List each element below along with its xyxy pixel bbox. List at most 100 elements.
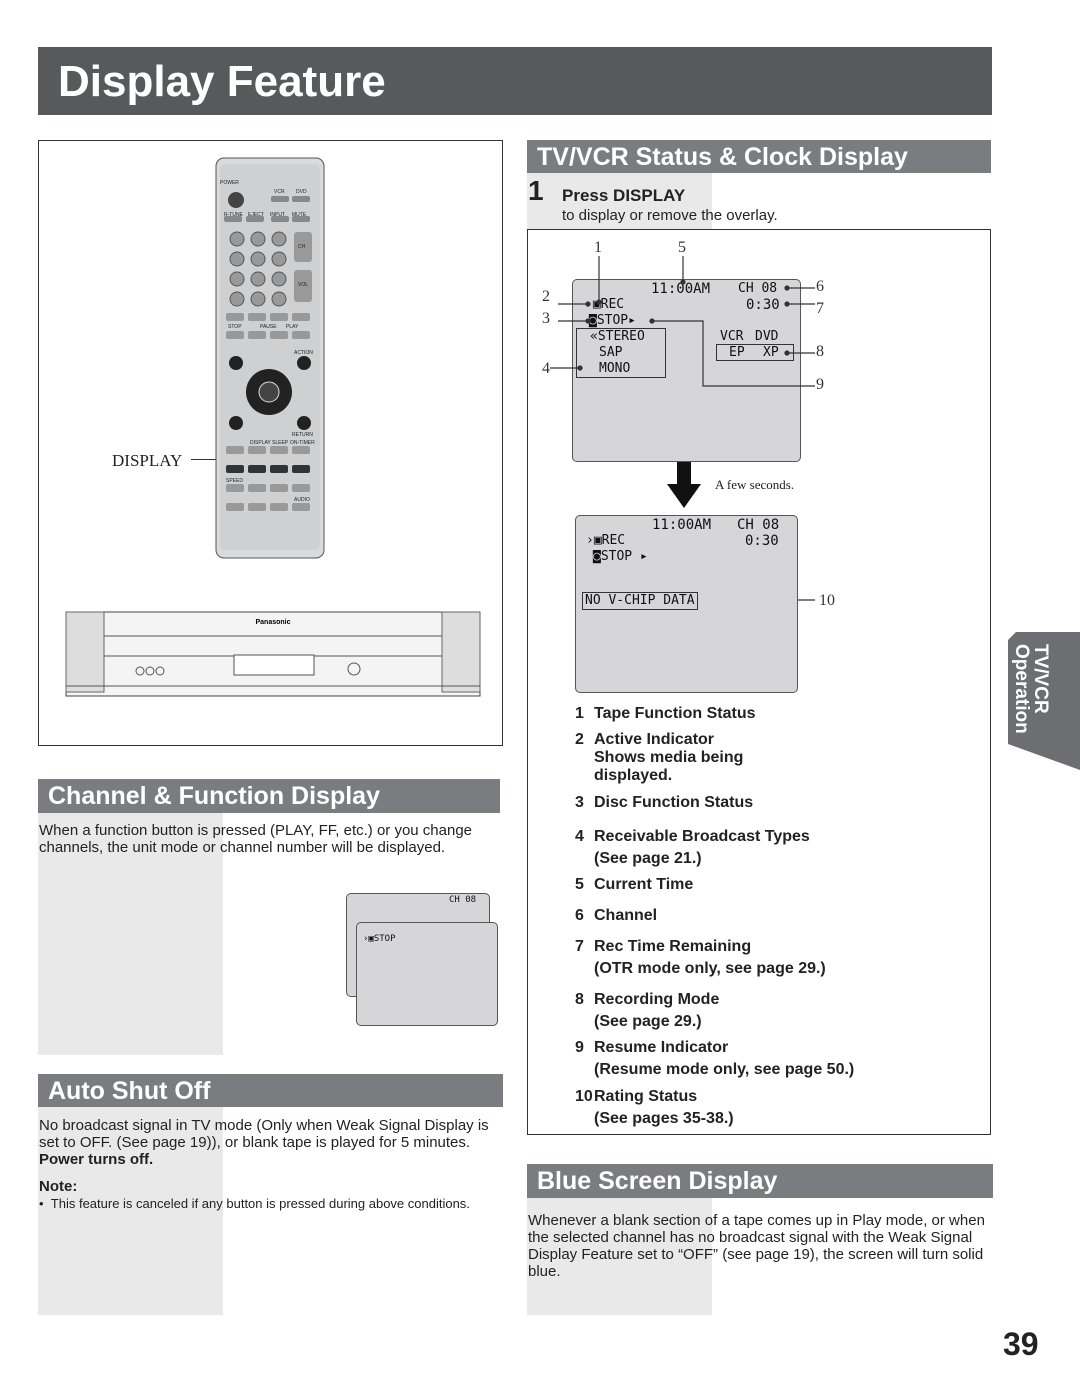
legend-number: 7	[575, 938, 584, 955]
remote-button	[270, 446, 288, 454]
remote-label: AUDIO	[294, 497, 310, 503]
legend-number: 5	[575, 876, 584, 893]
callout-5: 5	[678, 239, 686, 256]
remote-label: CH	[298, 244, 306, 250]
remote-control-icon: POWER VCR DVD R-TUNE EJECT INPUT MUTE CH VOL STOP…	[215, 157, 325, 559]
remote-button	[292, 446, 310, 454]
remote-button	[226, 465, 244, 473]
remote-button	[270, 331, 288, 339]
legend-subtitle: (See pages 35-38.)	[594, 1110, 734, 1127]
number-button	[250, 271, 266, 287]
legend-title: Resume Indicator	[594, 1039, 729, 1056]
legend-number: 6	[575, 907, 584, 924]
remote-button	[270, 484, 288, 492]
legend-item: 6 Channel	[575, 907, 657, 925]
auto-shut-off-desc: No broadcast signal in TV mode (Only whe…	[39, 1117, 489, 1151]
power-button	[228, 192, 244, 208]
auto-shut-off-text: No broadcast signal in TV mode (Only whe…	[39, 1117, 504, 1168]
page-number: 39	[1003, 1326, 1039, 1362]
remote-button	[297, 416, 311, 430]
screen-rec: REC	[601, 533, 626, 548]
callout-4: 4	[542, 360, 550, 377]
screen-rec-row: ›▣REC	[586, 533, 625, 548]
legend-title: Channel	[594, 907, 658, 924]
legend-title: Active Indicator	[594, 731, 715, 748]
legend-number: 2	[575, 731, 584, 748]
remote-button	[248, 446, 266, 454]
page-title: Display Feature	[38, 47, 992, 115]
down-arrow-icon	[667, 462, 701, 508]
number-button	[271, 251, 287, 267]
remote-button	[270, 465, 288, 473]
screen-stop: STOP	[373, 934, 396, 944]
legend-subtitle: (Resume mode only, see page 50.)	[594, 1061, 855, 1078]
screen-time: 11:00AM	[652, 517, 712, 533]
brand-logo: Panasonic	[255, 619, 290, 626]
remote-label: R-TUNE	[224, 212, 244, 218]
callout-2: 2	[542, 288, 550, 305]
side-tab-line2: Operation	[1011, 644, 1032, 734]
remote-button	[270, 313, 288, 321]
legend-title: Rating Status	[594, 1088, 698, 1105]
legend-item: 7 Rec Time Remaining (OTR mode only, see p…	[575, 938, 826, 978]
number-button	[250, 251, 266, 267]
tape-icon: ›▣	[586, 533, 602, 548]
remote-label: RETURN	[292, 432, 313, 438]
remote-label: PLAY	[286, 324, 299, 330]
disc-icon: ◙	[593, 549, 601, 564]
screen-stop-row: ◙STOP ▸	[593, 549, 648, 564]
legend-item: 9 Resume Indicator (Resume mode only, see …	[575, 1039, 854, 1079]
screen-channel: CH 08	[737, 517, 780, 533]
note-body: This feature is canceled if any button i…	[50, 1196, 470, 1211]
remote-button	[248, 503, 266, 511]
remote-label: ACTION	[294, 350, 313, 356]
number-button	[229, 291, 245, 307]
legend-number: 10	[575, 1088, 593, 1105]
tape-icon: ›▣	[363, 934, 374, 944]
number-button	[250, 291, 266, 307]
note-text: • This feature is canceled if any button…	[39, 1196, 470, 1211]
remote-label: MUTE	[292, 212, 307, 218]
legend-item: 3 Disc Function Status	[575, 794, 753, 812]
number-button	[250, 231, 266, 247]
remote-button	[226, 484, 244, 492]
number-button	[229, 251, 245, 267]
remote-button	[229, 416, 243, 430]
side-tab-label: TV/VCR Operation	[1011, 644, 1051, 734]
remote-button	[292, 484, 310, 492]
legend-number: 9	[575, 1039, 584, 1056]
remote-label: POWER	[220, 180, 239, 186]
legend-subtitle: (See page 29.)	[594, 1013, 702, 1030]
legend-title: Rec Time Remaining	[594, 938, 752, 955]
remote-button	[292, 331, 310, 339]
callout-6: 6	[816, 278, 824, 295]
screen-remaining: 0:30	[745, 533, 779, 549]
remote-label: SPEED	[226, 478, 243, 484]
number-button	[271, 271, 287, 287]
remote-label: STOP	[228, 324, 242, 330]
remote-label: EJECT	[248, 212, 264, 218]
remote-label: DISPLAY	[250, 440, 271, 446]
arrow-caption: A few seconds.	[715, 477, 795, 492]
step-title: Press DISPLAY	[562, 186, 686, 205]
number-button	[229, 271, 245, 287]
number-button	[271, 231, 287, 247]
legend-number: 3	[575, 794, 584, 811]
callout-7: 7	[816, 300, 824, 317]
step-text: to display or remove the overlay.	[562, 207, 778, 224]
number-button	[271, 291, 287, 307]
remote-button	[226, 446, 244, 454]
blue-screen-text: Whenever a blank section of a tape comes…	[528, 1212, 985, 1280]
remote-button	[226, 503, 244, 511]
remote-button	[226, 313, 244, 321]
remote-button	[229, 356, 243, 370]
remote-label: VCR	[274, 189, 285, 195]
remote-button	[248, 313, 266, 321]
legend-item: 4 Receivable Broadcast Types (See page 21.…	[575, 828, 810, 868]
remote-label: SLEEP	[272, 440, 289, 446]
status-heading: TV/VCR Status & Clock Display	[527, 140, 991, 173]
side-tab-line1: TV/VCR	[1030, 644, 1051, 714]
blue-screen-heading: Blue Screen Display	[527, 1164, 993, 1198]
legend-title: Recording Mode	[594, 991, 720, 1008]
remote-button	[292, 465, 310, 473]
